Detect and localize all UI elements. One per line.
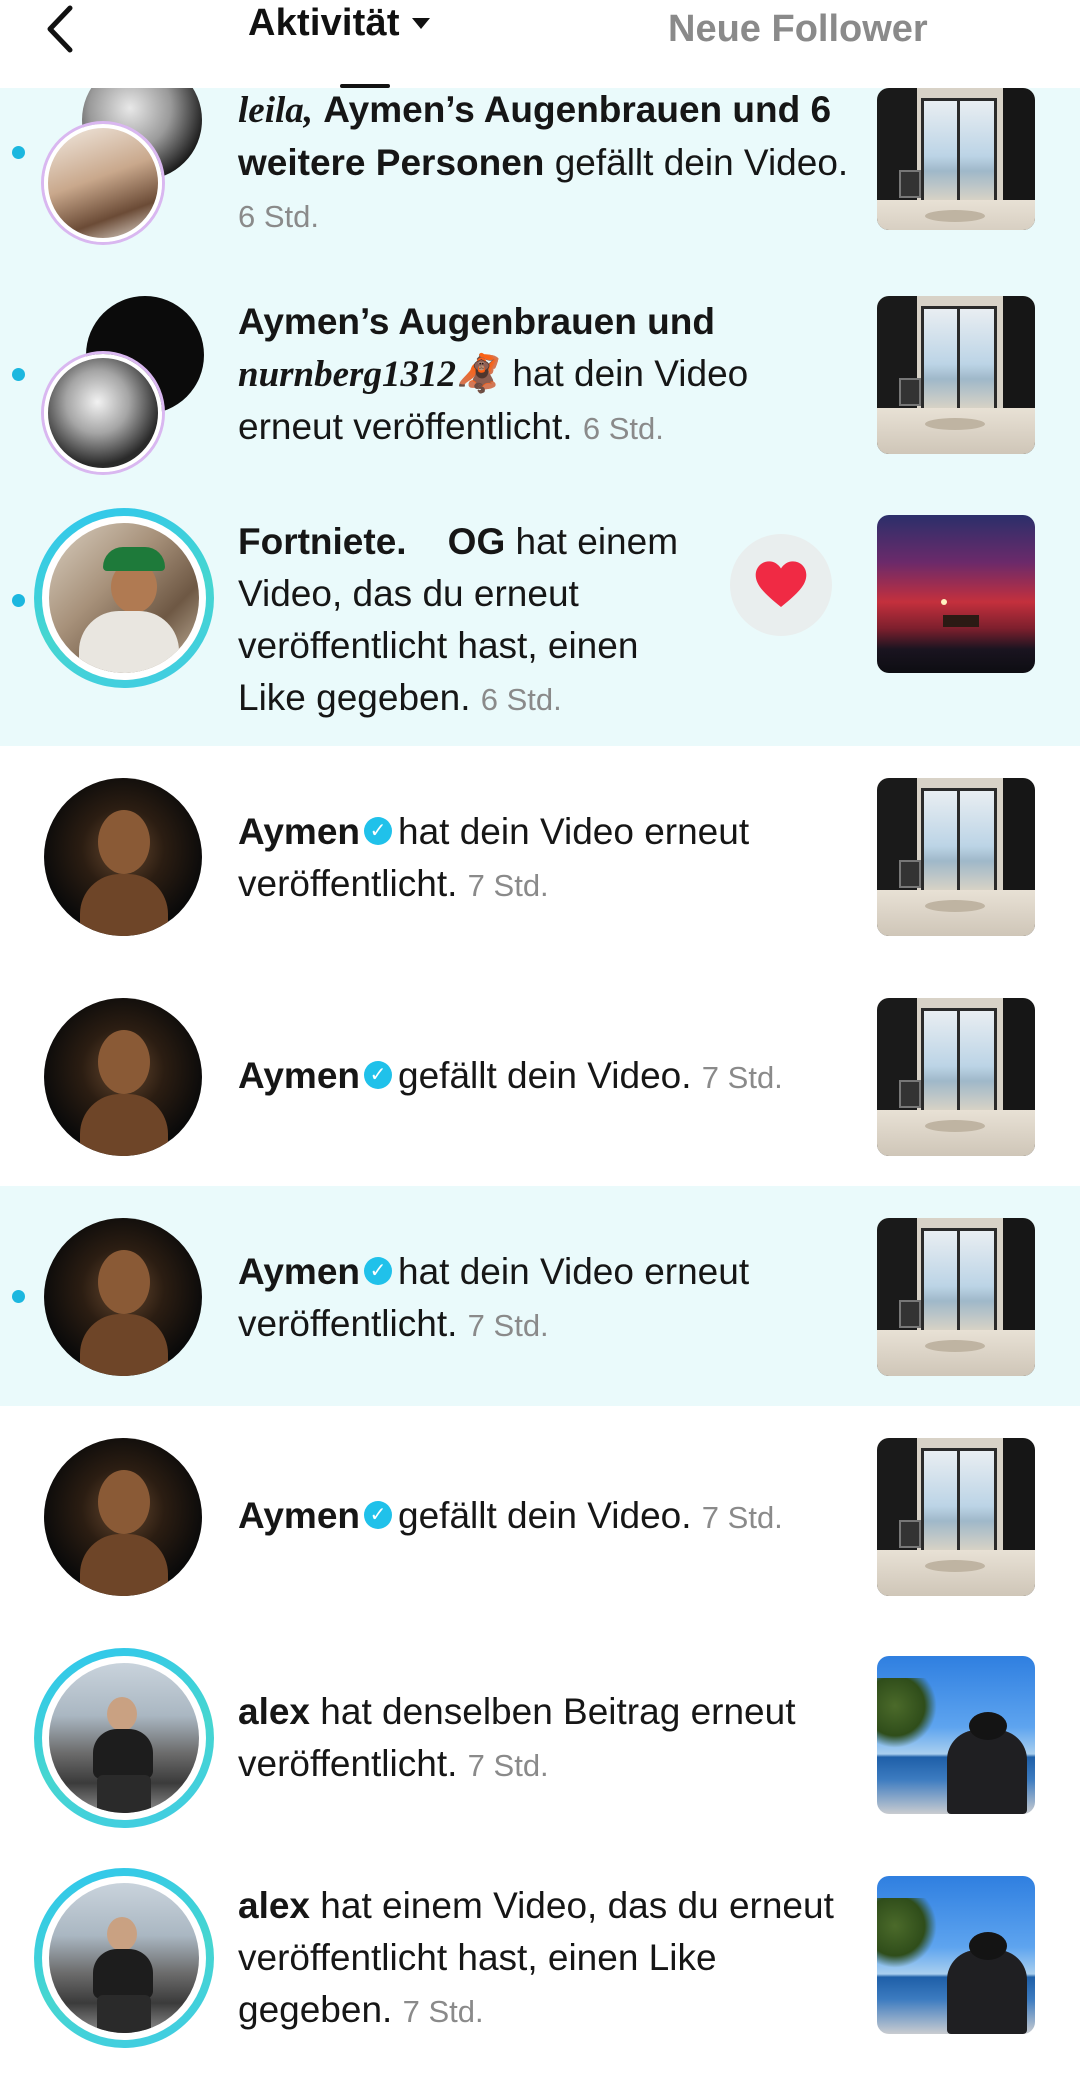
avatar-photo xyxy=(49,1663,199,1813)
list-item[interactable]: Aymen ✓ gefällt dein Video. 7 Std. xyxy=(0,1406,1080,1626)
unread-dot xyxy=(12,368,25,381)
verified-badge-icon: ✓ xyxy=(364,1257,393,1286)
video-thumbnail[interactable] xyxy=(877,1656,1035,1814)
video-thumbnail[interactable] xyxy=(877,778,1035,936)
list-item[interactable]: Fortniete. OG hat einem Video, das du er… xyxy=(0,490,1080,746)
timestamp: 7 Std. xyxy=(402,1994,484,2029)
top-bar: Aktivität Neue Follower xyxy=(0,0,1080,88)
tab-new-followers[interactable]: Neue Follower xyxy=(668,8,928,51)
orangutan-emoji: 🦧 xyxy=(455,353,503,394)
avatar[interactable] xyxy=(34,1868,214,2048)
back-arrow-icon[interactable] xyxy=(40,4,80,54)
video-thumbnail[interactable] xyxy=(877,515,1035,673)
notification-text: Aymen’s Augenbrauen und nurnberg1312🦧 ha… xyxy=(238,301,749,447)
timestamp: 7 Std. xyxy=(701,1500,783,1535)
list-item[interactable]: Aymen ✓ hat dein Video erneut veröffentlic… xyxy=(0,746,1080,966)
heart-icon xyxy=(755,561,807,607)
timestamp: 6 Std. xyxy=(582,411,664,446)
avatar[interactable] xyxy=(44,778,202,936)
avatar-photo xyxy=(49,523,199,673)
verified-badge-icon: ✓ xyxy=(364,1501,393,1530)
timestamp: 7 Std. xyxy=(467,1748,549,1783)
avatar[interactable] xyxy=(44,124,162,242)
tab-indicator xyxy=(340,84,390,88)
avatar-photo xyxy=(49,1883,199,2033)
video-thumbnail[interactable] xyxy=(877,998,1035,1156)
verified-badge-icon: ✓ xyxy=(364,1061,393,1090)
verified-badge-icon: ✓ xyxy=(364,817,393,846)
list-item[interactable]: Aymen ✓ hat dein Video erneut veröffentlic… xyxy=(0,1186,1080,1406)
unread-dot xyxy=(12,146,25,159)
timestamp: 6 Std. xyxy=(480,682,562,717)
unread-dot xyxy=(12,1290,25,1303)
notification-text: leila, Aymen’s Augenbrauen und 6 weitere… xyxy=(238,89,849,234)
video-thumbnail[interactable] xyxy=(877,1218,1035,1376)
avatar[interactable] xyxy=(34,1648,214,1828)
unread-dot xyxy=(12,594,25,607)
avatar[interactable] xyxy=(44,1218,202,1376)
like-reaction[interactable] xyxy=(730,534,832,636)
avatar[interactable] xyxy=(44,998,202,1156)
activity-filter-dropdown[interactable]: Aktivität xyxy=(248,2,430,45)
video-thumbnail[interactable] xyxy=(877,296,1035,454)
timestamp: 7 Std. xyxy=(467,1308,549,1343)
list-item[interactable]: leila, Aymen’s Augenbrauen und 6 weitere… xyxy=(0,60,1080,256)
list-item[interactable]: alex hat einem Video, das du erneut verö… xyxy=(0,1846,1080,2088)
timestamp: 7 Std. xyxy=(467,868,549,903)
timestamp: 7 Std. xyxy=(701,1060,783,1095)
notification-text: Aymen ✓ gefällt dein Video. 7 Std. xyxy=(238,1495,783,1536)
notification-text: Aymen ✓ gefällt dein Video. 7 Std. xyxy=(238,1055,783,1096)
list-item[interactable]: Aymen’s Augenbrauen und nurnberg1312🦧 ha… xyxy=(0,256,1080,490)
video-thumbnail[interactable] xyxy=(877,88,1035,230)
notification-text: Aymen ✓ hat dein Video erneut veröffentlic… xyxy=(238,1251,750,1344)
video-thumbnail[interactable] xyxy=(877,1876,1035,2034)
notification-text: alex hat einem Video, das du erneut verö… xyxy=(238,1885,834,2030)
notification-text: Aymen ✓ hat dein Video erneut veröffentlic… xyxy=(238,811,750,904)
chevron-down-icon xyxy=(411,18,430,29)
timestamp: 6 Std. xyxy=(238,199,319,234)
avatar[interactable] xyxy=(44,1438,202,1596)
list-item[interactable]: alex hat denselben Beitrag erneut veröff… xyxy=(0,1626,1080,1846)
notification-text: alex hat denselben Beitrag erneut veröff… xyxy=(238,1691,796,1784)
avatar[interactable] xyxy=(44,354,162,472)
video-thumbnail[interactable] xyxy=(877,1438,1035,1596)
list-item[interactable]: Aymen ✓ gefällt dein Video. 7 Std. xyxy=(0,966,1080,1186)
avatar[interactable] xyxy=(34,508,214,688)
page-title: Aktivität xyxy=(248,2,400,44)
notification-text: Fortniete. OG hat einem Video, das du er… xyxy=(238,521,679,718)
